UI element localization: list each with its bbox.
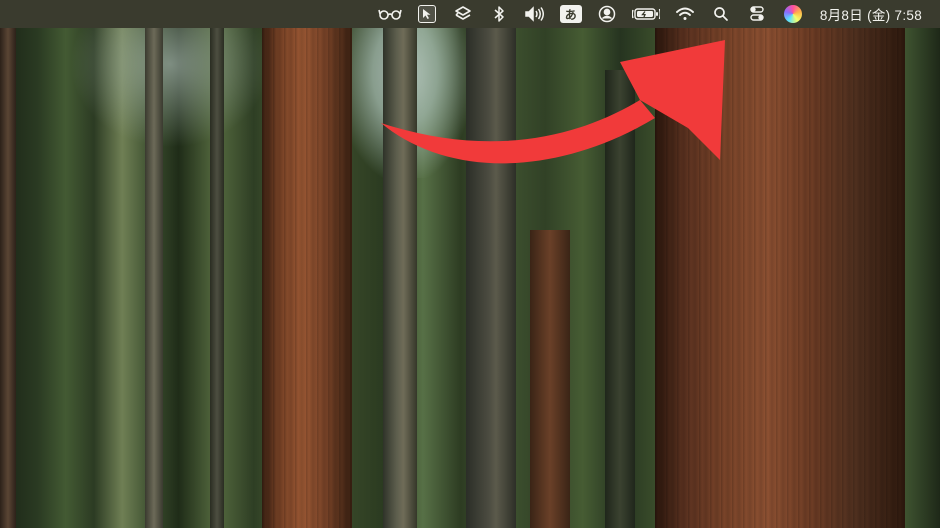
wifi-icon[interactable] (674, 3, 696, 25)
layers-icon[interactable] (452, 3, 474, 25)
siri-orb (783, 5, 802, 23)
tree-trunk (145, 28, 163, 528)
desktop-wallpaper: あ 8月8日 (金) 7:58 (0, 0, 940, 528)
tree-bark (655, 28, 905, 528)
tree-trunk (605, 70, 635, 528)
input-method-icon[interactable]: あ (559, 3, 582, 25)
menu-bar-clock[interactable]: 8月8日 (金) 7:58 (820, 4, 922, 24)
control-center-icon[interactable] (746, 3, 768, 25)
user-icon[interactable] (596, 3, 618, 25)
battery-icon[interactable] (631, 3, 660, 25)
bluetooth-icon[interactable] (488, 3, 510, 25)
tree-trunk (210, 28, 224, 528)
tree-bark (262, 28, 352, 528)
menu-bar: あ 8月8日 (金) 7:58 (0, 0, 940, 28)
input-method-label: あ (559, 5, 582, 23)
tree-trunk (530, 230, 570, 528)
tree-trunk (0, 28, 16, 528)
cursor-select-icon[interactable] (416, 3, 438, 25)
tree-trunk (466, 28, 516, 528)
wallpaper-sky-left (70, 28, 270, 148)
cursor-select-frame (417, 5, 436, 23)
volume-icon[interactable] (524, 3, 546, 25)
tree-trunk (383, 28, 417, 528)
search-icon[interactable] (710, 3, 732, 25)
glasses-icon[interactable] (378, 3, 402, 25)
siri-icon[interactable] (782, 3, 804, 25)
